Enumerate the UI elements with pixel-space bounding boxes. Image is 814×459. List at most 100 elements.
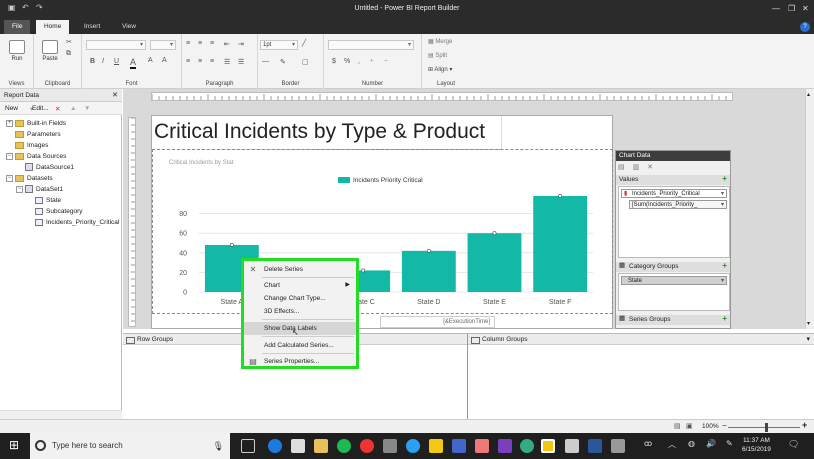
pen-icon[interactable]: ✎ bbox=[726, 439, 733, 448]
volume-icon[interactable]: 🔊 bbox=[706, 439, 716, 448]
chrome-icon[interactable] bbox=[360, 439, 374, 453]
add-series-group-icon[interactable]: + bbox=[722, 315, 727, 323]
execution-time-textbox[interactable]: [&ExecutionTime] bbox=[380, 316, 495, 328]
tab-home[interactable]: Home bbox=[36, 20, 70, 34]
collapse-icon[interactable]: − bbox=[6, 152, 13, 160]
windows-start-icon[interactable]: ⊞ bbox=[9, 439, 19, 451]
bar[interactable] bbox=[533, 195, 588, 292]
app-icon-4[interactable] bbox=[475, 439, 489, 453]
bullets-icon[interactable]: ☰ bbox=[224, 58, 230, 66]
tree-item[interactable]: − Data Sources bbox=[6, 152, 66, 162]
network-icon[interactable]: ◍ bbox=[688, 439, 695, 448]
chart-data-grid-icon[interactable]: ▤ bbox=[618, 164, 625, 171]
italic-icon[interactable]: I bbox=[102, 58, 104, 65]
delete-icon[interactable]: ✕ bbox=[55, 105, 60, 113]
app-icon-3[interactable] bbox=[452, 439, 466, 453]
tree-item[interactable]: − DataSet1 bbox=[16, 185, 63, 195]
page-view-icon[interactable]: ▤ bbox=[674, 422, 681, 430]
split-button[interactable]: ▤ Split bbox=[428, 52, 447, 59]
shrink-font-icon[interactable]: A bbox=[162, 57, 167, 64]
move-down-icon[interactable]: ▼ bbox=[84, 105, 90, 112]
tray-chevron-icon[interactable]: ︿ bbox=[668, 439, 676, 450]
app-icon-7[interactable] bbox=[565, 439, 579, 453]
edit-button[interactable]: Edit... bbox=[32, 105, 49, 112]
microphone-icon[interactable]: 🎙 bbox=[213, 433, 224, 459]
chart[interactable]: Critical Incidents by Stat Incidents Pri… bbox=[152, 149, 613, 314]
middle-align-icon[interactable]: ≡ bbox=[198, 58, 202, 65]
report-page[interactable]: Critical Incidents by Type & Product Cri… bbox=[151, 115, 613, 329]
scroll-up-icon[interactable]: ▴ bbox=[807, 91, 810, 98]
menu-item-series-properties[interactable]: ▤ Series Properties... bbox=[244, 355, 356, 368]
mail-icon[interactable] bbox=[291, 439, 305, 453]
currency-icon[interactable]: $ bbox=[332, 58, 336, 65]
tab-view[interactable]: View bbox=[114, 20, 144, 34]
app-icon-5[interactable] bbox=[498, 439, 512, 453]
tree-item[interactable]: − Datasets bbox=[6, 174, 53, 184]
power-bi-icon[interactable] bbox=[429, 439, 443, 453]
close-window-icon[interactable]: ✕ bbox=[802, 4, 809, 13]
font-family-dropdown[interactable] bbox=[86, 40, 146, 50]
menu-item-delete-series[interactable]: ✕ Delete Series bbox=[244, 263, 356, 276]
increase-decimal-icon[interactable]: ⁺ bbox=[370, 58, 374, 66]
new-button[interactable]: New bbox=[5, 105, 18, 112]
tree-item[interactable]: DataSource1 bbox=[16, 163, 74, 173]
scroll-down-icon[interactable]: ▾ bbox=[807, 320, 810, 327]
bold-icon[interactable]: B bbox=[90, 58, 95, 65]
notifications-icon[interactable]: 🗨 bbox=[788, 439, 799, 450]
tab-file[interactable]: File bbox=[4, 20, 31, 34]
collapse-icon[interactable]: − bbox=[6, 174, 13, 182]
comma-icon[interactable]: , bbox=[358, 58, 360, 65]
top-align-icon[interactable]: ≡ bbox=[186, 58, 190, 65]
category-group-item[interactable]: State bbox=[621, 276, 727, 285]
line-color-icon[interactable]: ✎ bbox=[280, 58, 286, 66]
selection-handle[interactable] bbox=[229, 243, 234, 247]
task-view-icon[interactable] bbox=[241, 439, 255, 453]
menu-item-change-chart-type[interactable]: Change Chart Type... bbox=[244, 292, 356, 305]
copy-icon[interactable]: ⧉ bbox=[66, 50, 71, 58]
word-icon[interactable] bbox=[588, 439, 602, 453]
people-icon[interactable]: ꝏ bbox=[644, 439, 652, 448]
tree-item[interactable]: Images bbox=[6, 141, 48, 151]
paste-button[interactable]: Paste bbox=[38, 40, 62, 62]
app-icon-2[interactable] bbox=[406, 439, 420, 453]
grow-font-icon[interactable]: A bbox=[148, 57, 153, 64]
fit-view-icon[interactable]: ▣ bbox=[686, 422, 693, 430]
spotify-icon[interactable] bbox=[337, 439, 351, 453]
collapse-icon[interactable]: − bbox=[16, 185, 23, 193]
app-icon-1[interactable] bbox=[383, 439, 397, 453]
selection-handle[interactable] bbox=[361, 268, 366, 273]
chart-data-props-icon[interactable]: ▥ bbox=[633, 164, 640, 171]
chart-plot[interactable]: 020406080State AState BState CState DSta… bbox=[169, 190, 609, 316]
font-size-dropdown[interactable] bbox=[150, 40, 176, 50]
tree-item[interactable]: Incidents_Priority_Critical bbox=[26, 218, 119, 228]
chart-data-delete-icon[interactable]: ✕ bbox=[647, 164, 653, 171]
report-title[interactable]: Critical Incidents by Type & Product bbox=[154, 120, 485, 144]
align-left-icon[interactable]: ≡ bbox=[186, 40, 190, 47]
selection-handle[interactable] bbox=[492, 231, 497, 236]
add-category-icon[interactable]: + bbox=[722, 262, 727, 270]
decrease-indent-icon[interactable]: ⇤ bbox=[224, 40, 230, 48]
zoom-slider[interactable] bbox=[728, 427, 800, 428]
border-width-dropdown[interactable]: 1pt bbox=[260, 40, 298, 50]
taskbar-clock[interactable]: 11:37 AM 6/15/2019 bbox=[742, 436, 771, 454]
align-center-icon[interactable]: ≡ bbox=[198, 40, 202, 47]
report-builder-icon[interactable] bbox=[541, 439, 555, 453]
border-style-icon[interactable]: ╱ bbox=[302, 39, 306, 47]
expand-icon[interactable]: + bbox=[6, 119, 13, 127]
horizontal-scrollbar[interactable] bbox=[0, 410, 122, 419]
tree-item[interactable]: Subcategory bbox=[26, 207, 83, 217]
line-style-icon[interactable]: — bbox=[262, 58, 269, 65]
groups-menu-icon[interactable]: ▾ bbox=[806, 335, 810, 343]
tab-insert[interactable]: Insert bbox=[76, 20, 108, 34]
zoom-out-icon[interactable]: − bbox=[722, 421, 727, 430]
app-icon-6[interactable] bbox=[520, 439, 534, 453]
bar[interactable] bbox=[401, 250, 456, 292]
align-button[interactable]: ⊞ Align ▾ bbox=[428, 66, 452, 73]
number-format-dropdown[interactable] bbox=[328, 40, 414, 50]
add-value-icon[interactable]: + bbox=[722, 175, 727, 183]
bottom-align-icon[interactable]: ≡ bbox=[210, 58, 214, 65]
tree-item[interactable]: State bbox=[26, 196, 61, 206]
maximize-icon[interactable]: ❐ bbox=[788, 4, 795, 13]
app-icon-8[interactable] bbox=[611, 439, 625, 453]
numbering-icon[interactable]: ☰ bbox=[238, 58, 244, 66]
